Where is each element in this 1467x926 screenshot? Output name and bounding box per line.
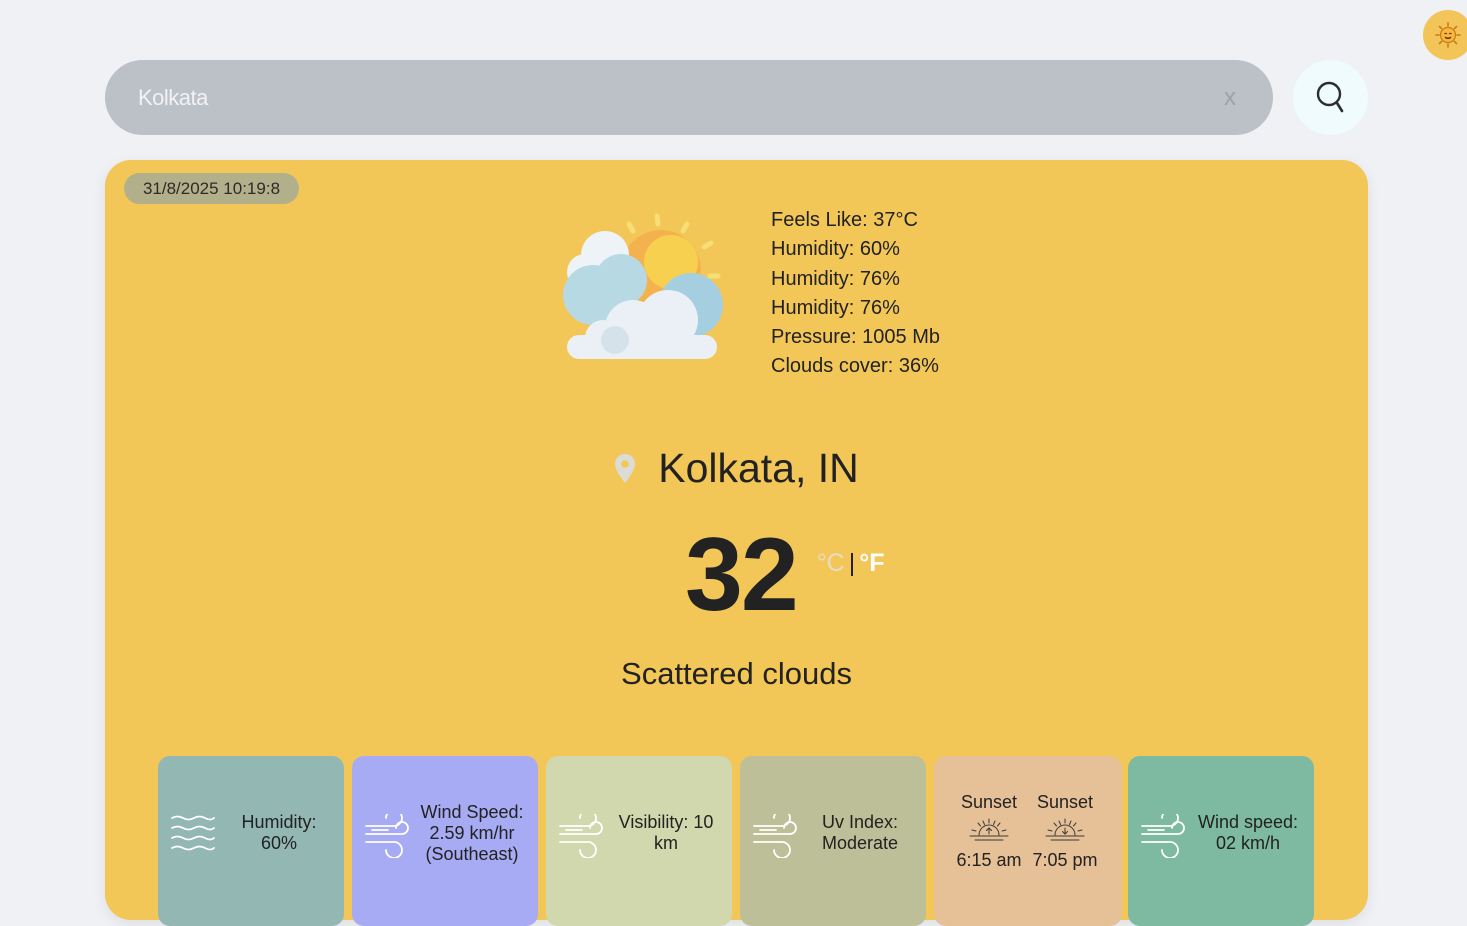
search-button[interactable]	[1293, 60, 1368, 135]
humidity-text: Humidity: 76%	[771, 267, 900, 290]
fahrenheit-toggle[interactable]: °F	[859, 549, 884, 577]
wind-speed-tile-secondary: Wind speed: 02 km/h	[1128, 756, 1314, 926]
sunrise-time: 6:15 am	[956, 850, 1022, 870]
sunset-block: Sunset 7:05 pm	[1030, 792, 1100, 871]
search-bar: x	[105, 60, 1273, 135]
waves-icon	[171, 815, 215, 851]
sunrise-block: Sunset 6:15 am	[954, 792, 1024, 871]
partly-cloudy-sun-icon	[563, 213, 723, 359]
sun-times-tile: Sunset 6:15 am Sunset 7:05 pm	[934, 756, 1122, 926]
wind-speed-value: 2.59 km/hr	[429, 822, 515, 843]
weather-details: Feels Like: 37°C Humidity: 60% Humidity:…	[771, 206, 940, 382]
temperature-value: 32	[685, 517, 799, 633]
wind-speed-title: Wind Speed:	[420, 801, 524, 822]
humidity-tile-title: Humidity:	[241, 812, 317, 832]
wind-speed-tile: Wind Speed: 2.59 km/hr (Southeast)	[352, 756, 538, 926]
clouds-cover-text: Clouds cover: 36%	[771, 355, 939, 378]
weather-condition: Scattered clouds	[621, 656, 852, 691]
feels-like-text: Feels Like: 37°C	[771, 209, 918, 231]
visibility-title: Visibility: 10	[618, 812, 714, 832]
celsius-toggle[interactable]: °C	[817, 549, 845, 577]
wind-direction: (Southeast)	[425, 843, 519, 864]
sunrise-icon	[969, 818, 1009, 841]
location-name: Kolkata, IN	[658, 445, 859, 491]
wind-icon	[1141, 814, 1185, 858]
unit-toggle: °C | °F	[817, 549, 885, 578]
smiling-sun-icon	[1435, 22, 1461, 48]
map-pin-icon	[615, 453, 636, 483]
weather-card: 31/8/2025 10:19:8 Feels Like: 37°C Humid…	[105, 160, 1368, 926]
pressure-text: Pressure: 1005 Mb	[771, 326, 940, 349]
uv-index-value: Moderate	[821, 833, 899, 853]
visibility-tile: Visibility: 10 km	[546, 756, 732, 926]
humidity-text: Humidity: 60%	[771, 238, 900, 261]
datetime-badge: 31/8/2025 10:19:8	[124, 173, 299, 204]
humidity-tile-value: 60%	[260, 833, 297, 853]
location: Kolkata, IN	[105, 445, 1368, 492]
temperature: 32 °C | °F	[685, 518, 885, 633]
visibility-unit: km	[654, 833, 678, 853]
uv-index-tile: Uv Index: Moderate	[740, 756, 926, 926]
unit-separator: |	[848, 549, 856, 577]
humidity-tile-label: Humidity: 60%	[218, 756, 340, 910]
humidity-text: Humidity: 76%	[771, 296, 900, 319]
search-icon	[1316, 81, 1343, 112]
wind-speed-tile-label: Wind Speed: 2.59 km/hr (Southeast)	[410, 756, 534, 910]
wind-speed-secondary-label: Wind speed: 02 km/h	[1186, 756, 1310, 910]
sunset-time: 7:05 pm	[1032, 850, 1098, 870]
sunrise-title: Sunset	[960, 792, 1018, 812]
uv-index-tile-label: Uv Index: Moderate	[798, 756, 922, 910]
clear-search-button[interactable]: x	[1218, 84, 1242, 112]
wind-icon	[753, 814, 797, 858]
sunset-title: Sunset	[1036, 792, 1094, 812]
wind-icon	[559, 814, 603, 858]
visibility-tile-label: Visibility: 10 km	[604, 756, 728, 910]
humidity-tile: Humidity: 60%	[158, 756, 344, 926]
avatar[interactable]	[1423, 10, 1467, 60]
wind-icon	[365, 814, 409, 858]
search-input[interactable]	[136, 83, 1218, 112]
wind-speed-secondary-title: Wind speed:	[1197, 812, 1299, 832]
sunset-icon	[1045, 818, 1085, 841]
wind-speed-secondary-value: 02 km/h	[1215, 833, 1281, 853]
uv-index-title: Uv Index:	[821, 812, 899, 832]
